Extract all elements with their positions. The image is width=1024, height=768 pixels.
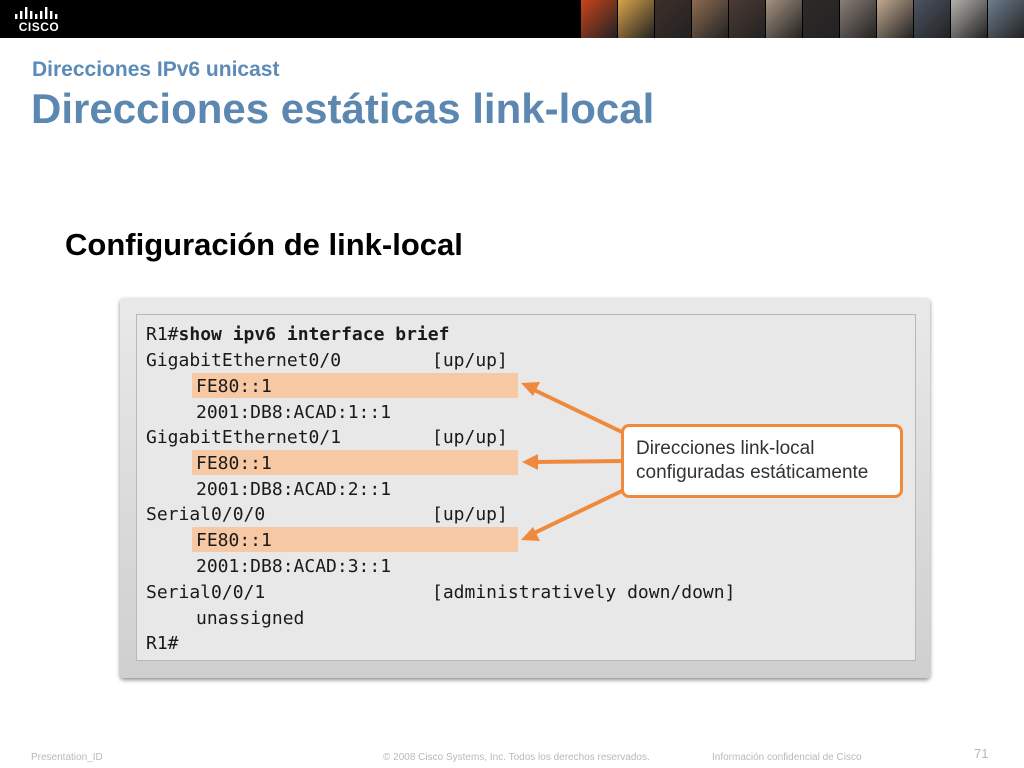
footer-presentation-id: Presentation_ID xyxy=(31,752,103,763)
cisco-logo-text: CISCO xyxy=(18,20,60,34)
page-number: 71 xyxy=(974,746,989,761)
cli-link-local-address: FE80::1 xyxy=(196,376,272,397)
top-banner: CISCO xyxy=(0,0,1024,38)
footer-copyright: © 2008 Cisco Systems, Inc. Todos los der… xyxy=(383,752,650,763)
section-heading: Configuración de link-local xyxy=(65,227,463,262)
cli-interface-status: [up/up] xyxy=(432,427,508,448)
banner-photo xyxy=(802,0,839,38)
banner-photo xyxy=(839,0,876,38)
banner-photo xyxy=(654,0,691,38)
banner-photo xyxy=(691,0,728,38)
banner-photo xyxy=(617,0,654,38)
cisco-logo: CISCO xyxy=(8,4,70,34)
banner-photo xyxy=(950,0,987,38)
cli-link-local-address: FE80::1 xyxy=(196,453,272,474)
cli-final-prompt: R1# xyxy=(146,633,179,654)
banner-photo xyxy=(580,0,617,38)
cli-unassigned-address: unassigned xyxy=(196,608,305,629)
banner-photo xyxy=(876,0,913,38)
slide-title: Direcciones estáticas link-local xyxy=(31,85,655,132)
cli-interface-status: [administratively down/down] xyxy=(432,582,736,603)
cli-interface-status: [up/up] xyxy=(432,504,508,525)
banner-photo xyxy=(765,0,802,38)
callout-line-1: Direcciones link-local xyxy=(636,438,815,459)
cli-interface-name: GigabitEthernet0/0 xyxy=(146,350,342,371)
banner-photo xyxy=(987,0,1024,38)
photo-strip xyxy=(580,0,1024,38)
cli-link-local-address: FE80::1 xyxy=(196,530,272,551)
cli-command-line: R1#show ipv6 interface brief xyxy=(146,324,450,345)
cli-interface-name: Serial0/0/1 xyxy=(146,582,266,603)
cli-interface-status: [up/up] xyxy=(432,350,508,371)
footer-confidential: Información confidencial de Cisco xyxy=(712,752,862,763)
banner-photo xyxy=(728,0,765,38)
callout-box: Direcciones link-local configuradas está… xyxy=(621,424,903,498)
cli-interface-name: GigabitEthernet0/1 xyxy=(146,427,342,448)
cli-global-address: 2001:DB8:ACAD:3::1 xyxy=(196,556,392,577)
cisco-bars-icon xyxy=(15,7,58,19)
banner-photo xyxy=(913,0,950,38)
callout-line-2: configuradas estáticamente xyxy=(636,462,869,483)
cli-global-address: 2001:DB8:ACAD:2::1 xyxy=(196,479,392,500)
cli-global-address: 2001:DB8:ACAD:1::1 xyxy=(196,402,392,423)
cli-interface-name: Serial0/0/0 xyxy=(146,504,266,525)
slide-subtitle: Direcciones IPv6 unicast xyxy=(32,58,280,81)
